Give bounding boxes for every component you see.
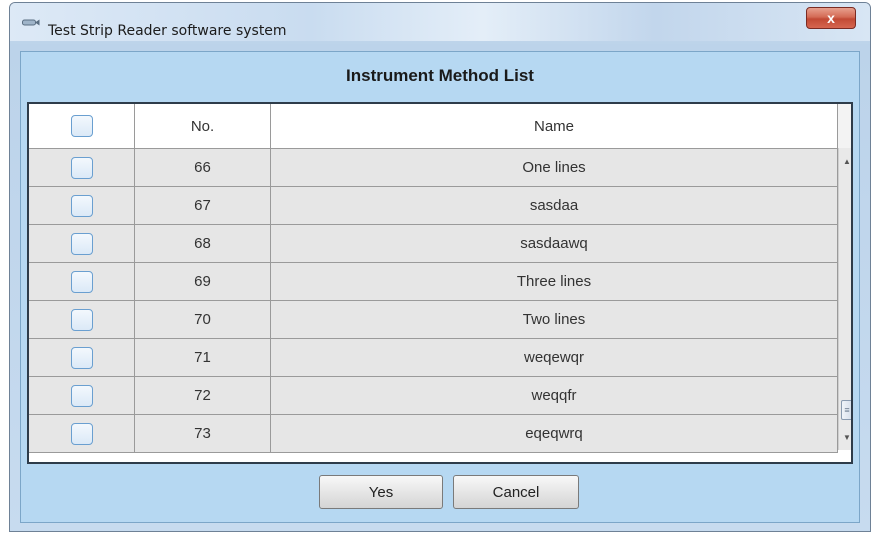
row-checkbox[interactable] — [70, 422, 93, 445]
row-name: One lines — [270, 148, 838, 187]
row-checkbox[interactable] — [70, 156, 93, 179]
row-no: 70 — [134, 300, 271, 339]
row-check-cell — [29, 224, 135, 263]
row-check-cell — [29, 300, 135, 339]
row-name: eqeqwrq — [270, 414, 838, 453]
row-checkbox[interactable] — [70, 384, 93, 407]
table-row[interactable]: 70 Two lines — [29, 300, 838, 339]
select-all-cell — [29, 104, 135, 149]
row-check-cell — [29, 186, 135, 225]
row-checkbox[interactable] — [70, 346, 93, 369]
method-table-frame: No. Name 66 One lines 67 sasdaa 68 sasda… — [27, 102, 853, 464]
row-check-cell — [29, 414, 135, 453]
column-header-name[interactable]: Name — [270, 104, 838, 149]
row-checkbox[interactable] — [70, 194, 93, 217]
row-no: 72 — [134, 376, 271, 415]
select-all-checkbox[interactable] — [70, 115, 93, 137]
row-no: 71 — [134, 338, 271, 377]
app-icon — [22, 19, 40, 26]
row-no: 66 — [134, 148, 271, 187]
up-arrow-icon[interactable]: ▲ — [842, 156, 851, 166]
close-icon: x — [827, 10, 835, 26]
table-row[interactable]: 73 eqeqwrq — [29, 414, 838, 453]
grip-icon: ≡ — [844, 405, 850, 415]
row-name: Three lines — [270, 262, 838, 301]
yes-button[interactable]: Yes — [319, 475, 443, 509]
app-window: Test Strip Reader software system x Inst… — [9, 2, 871, 532]
row-check-cell — [29, 262, 135, 301]
table-row[interactable]: 68 sasdaawq — [29, 224, 838, 263]
table-row[interactable]: 69 Three lines — [29, 262, 838, 301]
row-checkbox[interactable] — [70, 308, 93, 331]
row-no: 67 — [134, 186, 271, 225]
close-button[interactable]: x — [806, 7, 856, 29]
row-no: 69 — [134, 262, 271, 301]
vertical-scrollbar[interactable]: ▲ ≡ ▼ — [838, 148, 851, 450]
row-no: 68 — [134, 224, 271, 263]
table-row[interactable]: 67 sasdaa — [29, 186, 838, 225]
table-row[interactable]: 71 weqewqr — [29, 338, 838, 377]
row-check-cell — [29, 338, 135, 377]
table-row[interactable]: 72 weqqfr — [29, 376, 838, 415]
cancel-button[interactable]: Cancel — [453, 475, 579, 509]
row-check-cell — [29, 148, 135, 187]
table-header-row: No. Name — [29, 104, 838, 149]
row-name: Two lines — [270, 300, 838, 339]
row-name: weqewqr — [270, 338, 838, 377]
dialog-title: Instrument Method List — [346, 66, 534, 85]
scrollbar-thumb[interactable]: ≡ — [841, 400, 851, 420]
column-header-no[interactable]: No. — [134, 104, 271, 149]
table-row[interactable]: 66 One lines — [29, 148, 838, 187]
title-bar[interactable]: Test Strip Reader software system x — [10, 3, 870, 41]
row-no: 73 — [134, 414, 271, 453]
window-title: Test Strip Reader software system — [48, 23, 287, 39]
method-table: No. Name 66 One lines 67 sasdaa 68 sasda… — [29, 104, 838, 453]
row-name: sasdaa — [270, 186, 838, 225]
method-list-dialog: Instrument Method List No. Name 66 One l… — [20, 51, 860, 523]
down-arrow-icon[interactable]: ▼ — [842, 432, 851, 442]
row-name: weqqfr — [270, 376, 838, 415]
scrollbar-corner — [838, 104, 851, 148]
row-checkbox[interactable] — [70, 270, 93, 293]
row-name: sasdaawq — [270, 224, 838, 263]
row-checkbox[interactable] — [70, 232, 93, 255]
row-check-cell — [29, 376, 135, 415]
